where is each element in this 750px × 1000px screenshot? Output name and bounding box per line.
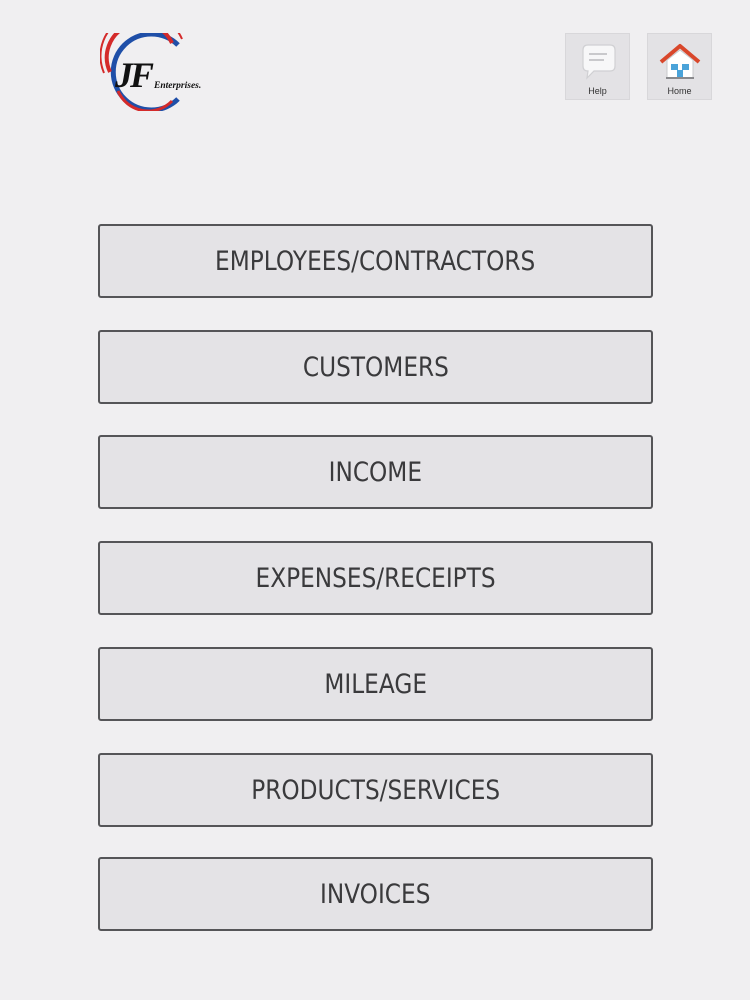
help-button[interactable]: Help — [565, 33, 630, 100]
mileage-button[interactable]: MILEAGE — [98, 647, 653, 721]
menu-item-label: CUSTOMERS — [302, 351, 449, 383]
products-services-button[interactable]: PRODUCTS/SERVICES — [98, 753, 653, 827]
house-icon — [648, 42, 711, 82]
income-button[interactable]: INCOME — [98, 435, 653, 509]
menu-item-label: EXPENSES/RECEIPTS — [255, 562, 496, 594]
main-menu-page: JF Enterprises. Help Home EMPLOYEES/CONT… — [0, 0, 750, 1000]
chat-bubble-icon — [566, 42, 629, 82]
menu-item-label: MILEAGE — [324, 668, 427, 700]
customers-button[interactable]: CUSTOMERS — [98, 330, 653, 404]
menu-item-label: EMPLOYEES/CONTRACTORS — [215, 245, 536, 277]
help-label: Help — [588, 86, 607, 96]
menu-item-label: INVOICES — [320, 878, 431, 910]
logo-initials: JF — [114, 55, 154, 95]
expenses-receipts-button[interactable]: EXPENSES/RECEIPTS — [98, 541, 653, 615]
logo-company-name: Enterprises. — [153, 81, 201, 91]
menu-item-label: INCOME — [328, 456, 423, 488]
home-button[interactable]: Home — [647, 33, 712, 100]
employees-contractors-button[interactable]: EMPLOYEES/CONTRACTORS — [98, 224, 653, 298]
menu-item-label: PRODUCTS/SERVICES — [251, 774, 500, 806]
invoices-button[interactable]: INVOICES — [98, 857, 653, 931]
company-logo: JF Enterprises. — [100, 33, 225, 111]
home-label: Home — [667, 86, 692, 96]
